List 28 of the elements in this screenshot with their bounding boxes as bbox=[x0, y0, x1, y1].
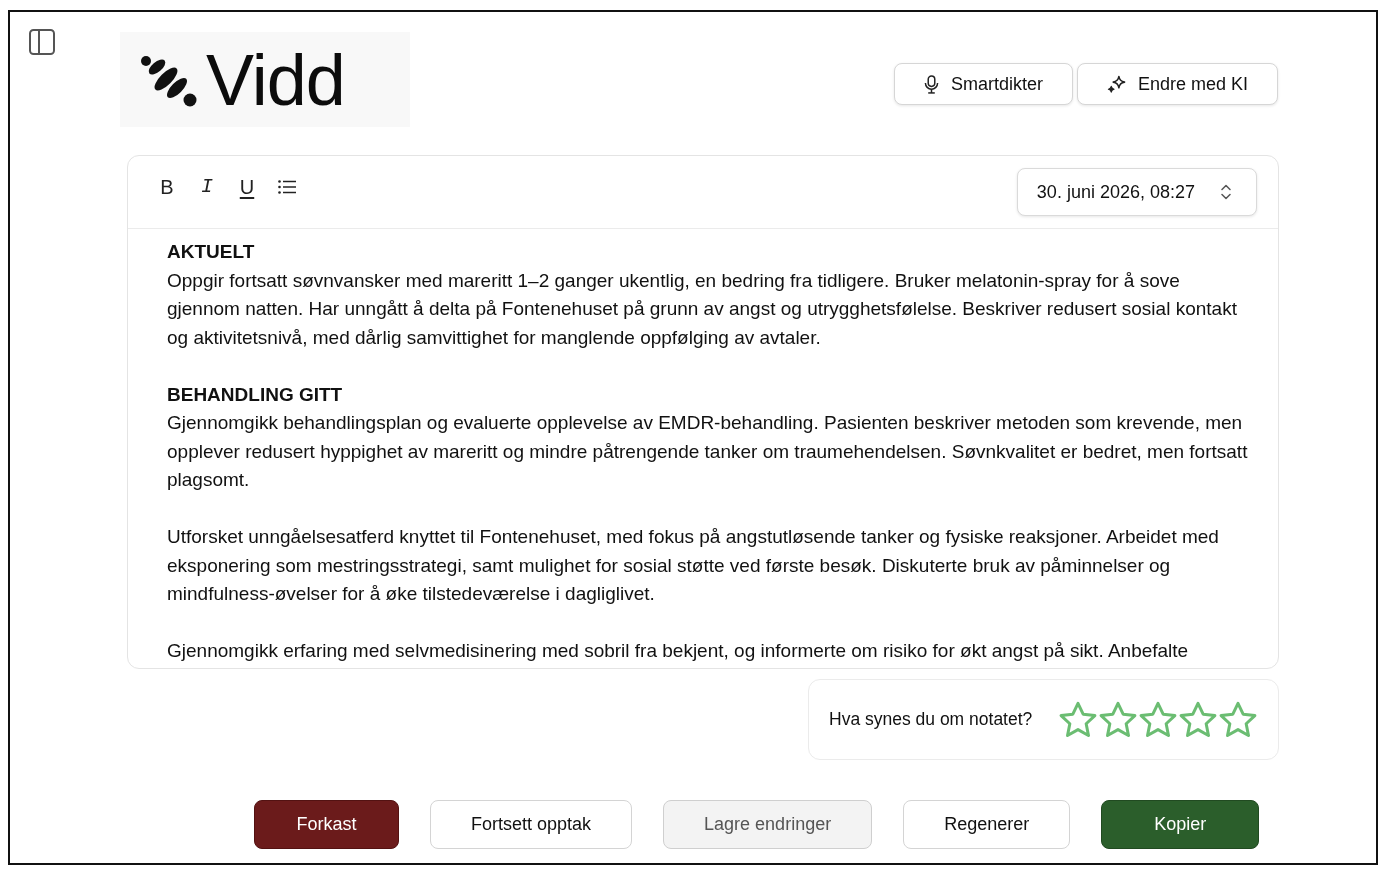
sidebar-toggle-icon[interactable] bbox=[29, 29, 55, 55]
logo-wordmark: Vidd bbox=[206, 43, 345, 116]
section-heading: BEHANDLING GITT bbox=[167, 382, 344, 407]
section-heading: AKTUELT bbox=[167, 240, 256, 264]
note-paragraph: Gjennomgikk erfaring med selvmedisinering med sobril fra bekjent, og informerte om risiko for økt angst på sikt. Anbefalte bbox=[167, 639, 1190, 663]
ai-edit-button[interactable]: Endre med KI bbox=[1076, 63, 1278, 105]
list-icon bbox=[278, 180, 296, 194]
sparkles-icon bbox=[1106, 74, 1126, 94]
star-icon[interactable] bbox=[1059, 700, 1097, 738]
star-icon[interactable] bbox=[1179, 700, 1217, 738]
note-paragraph: Gjennomgikk behandlingsplan og evaluerte opplevelse av EMDR-behandling. Pasienten beskriver metoden som krevende, men opplever redusert hyppighet av mareritt og mindre påtrengende tanker om traumehendelsen. Søvnkvalitet er bedret, men fortsatt plagsomt. bbox=[167, 411, 1248, 492]
rating-question: Hva synes du om notatet? bbox=[829, 708, 1033, 730]
note-paragraph: Oppgir fortsatt søvnvansker med mareritt 1–2 ganger ukentlig, en bedring fra tidligere. Bruker melatonin-spray for å sove gjennom natten. Har unngått å delta på Fontenehuset på grunn av angst og utrygghetsfølelse. Beskriver redusert sosial kontakt og aktivitetsnivå, med dårlig samvittighet for manglende oppfølging av avtaler. bbox=[167, 268, 1238, 350]
action-button[interactable]: Fortsett opptak bbox=[430, 799, 633, 849]
note-paragraph: Utforsket unngåelsesatferd knyttet til Fontenehuset, med fokus på angstutløsende tanker og fysiske reaksjoner. Arbeidet med eksponering som mestringsstrategi, samt mulighet for sosial støtte ved første besøk. Diskuterte bruk av påminnelser og mindfulness-øvelser for å øke tilstedeværelse i dagliglivet. bbox=[167, 525, 1220, 606]
underline-button[interactable]: U bbox=[233, 173, 261, 201]
discard-button[interactable]: Forkast bbox=[254, 799, 399, 849]
bold-button[interactable]: B bbox=[153, 173, 181, 201]
copy-button[interactable]: Kopier bbox=[1101, 799, 1260, 849]
action-button[interactable]: Regenerer bbox=[903, 799, 1071, 849]
star-icon[interactable] bbox=[1099, 700, 1137, 738]
star-icon[interactable] bbox=[1139, 700, 1177, 738]
date-select[interactable]: 30. juni 2026, 08:27 bbox=[1016, 168, 1257, 216]
star-icon[interactable] bbox=[1219, 700, 1257, 738]
chevron-up-down-icon bbox=[1221, 184, 1231, 200]
italic-button[interactable]: I bbox=[193, 173, 221, 201]
dictate-button[interactable]: Smartdikter bbox=[893, 63, 1073, 105]
microphone-icon bbox=[923, 74, 939, 94]
